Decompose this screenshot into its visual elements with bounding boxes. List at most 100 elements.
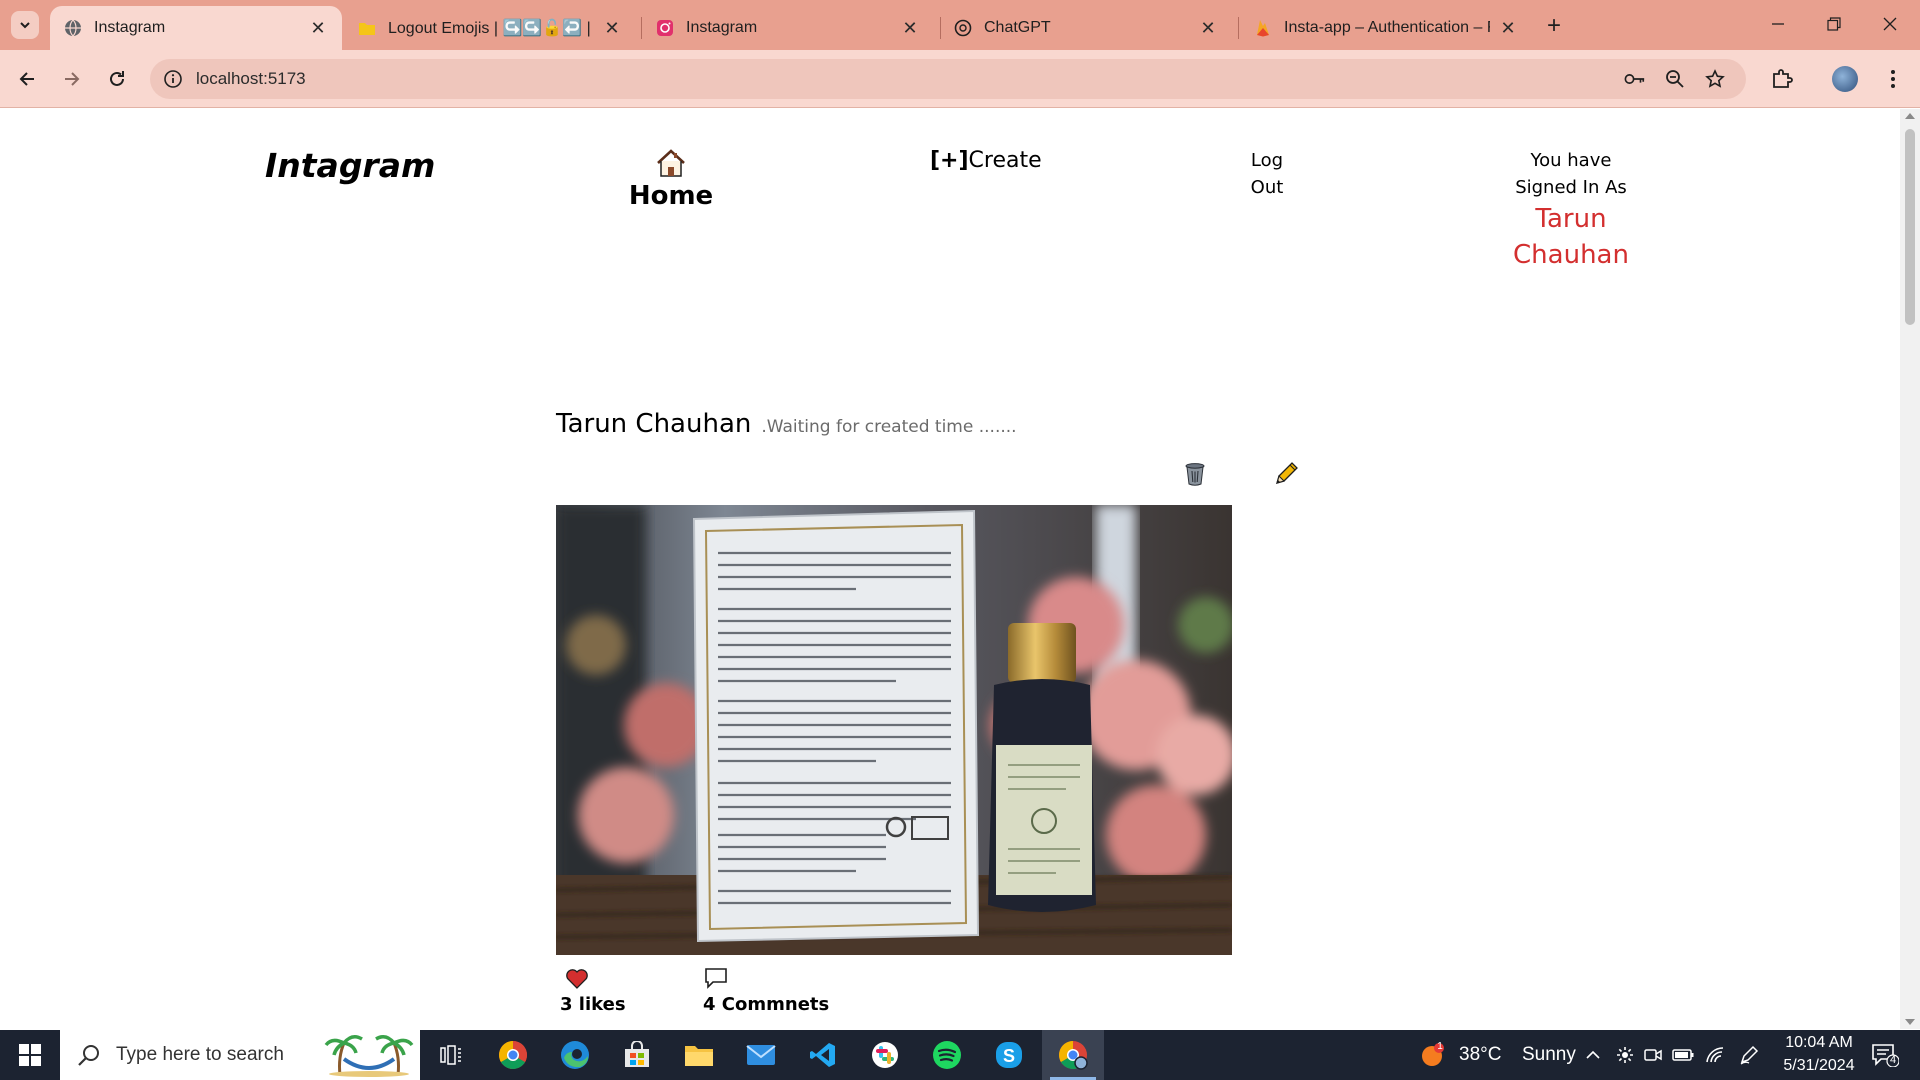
weather-temp[interactable]: 38°C bbox=[1459, 1044, 1501, 1066]
pen-icon[interactable] bbox=[1738, 1044, 1760, 1066]
skype-icon: S bbox=[996, 1042, 1022, 1068]
kebab-menu-icon bbox=[1891, 70, 1895, 88]
nav-create[interactable]: [+]Create bbox=[930, 148, 1042, 173]
extensions-button[interactable] bbox=[1766, 63, 1798, 95]
reload-button[interactable] bbox=[101, 63, 133, 95]
store-taskbar-app[interactable] bbox=[606, 1030, 668, 1080]
brand-logo-text[interactable]: Intagram bbox=[265, 146, 435, 185]
meet-now-icon[interactable] bbox=[1642, 1044, 1664, 1066]
nav-logout[interactable]: Log Out bbox=[1250, 147, 1284, 201]
tab-firebase[interactable]: Insta-app – Authentication – Fir ✕ bbox=[1240, 6, 1532, 50]
signed-in-username-first: Tarun bbox=[1535, 204, 1607, 234]
site-info-icon[interactable] bbox=[162, 68, 184, 90]
post-image[interactable] bbox=[556, 505, 1232, 955]
vscode-taskbar-app[interactable] bbox=[792, 1030, 854, 1080]
house-icon bbox=[657, 149, 685, 177]
scroll-up-arrow[interactable] bbox=[1905, 113, 1915, 119]
spotify-icon bbox=[933, 1041, 961, 1069]
page-scrollbar[interactable] bbox=[1900, 109, 1920, 1029]
task-view-button[interactable] bbox=[420, 1030, 482, 1080]
trash-icon[interactable] bbox=[1183, 461, 1207, 487]
restore-icon bbox=[1827, 17, 1841, 31]
windows-taskbar: Type here to search S 1 38°C Sunny 10:04… bbox=[0, 1030, 1920, 1080]
tab-instagram[interactable]: Instagram ✕ bbox=[642, 6, 934, 50]
address-bar[interactable]: localhost:5173 bbox=[150, 59, 1746, 99]
firebase-icon bbox=[1254, 19, 1272, 37]
tab-instagram-active[interactable]: Instagram ✕ bbox=[50, 6, 342, 50]
close-icon[interactable]: ✕ bbox=[1498, 18, 1518, 38]
nav-home-label: Home bbox=[628, 181, 714, 211]
clock-date[interactable]: 5/31/2024 bbox=[1772, 1057, 1866, 1075]
taskbar-search[interactable]: Type here to search bbox=[60, 1030, 420, 1080]
bookmark-star-icon[interactable] bbox=[1704, 68, 1726, 90]
tab-title: Instagram bbox=[94, 19, 166, 36]
heart-icon[interactable] bbox=[565, 967, 589, 989]
svg-text:S: S bbox=[1003, 1046, 1015, 1066]
comment-count[interactable]: 4 Commnets bbox=[703, 994, 829, 1015]
tab-strip: Instagram ✕ Logout Emojis | ↪️↪️🔓↩️ | Co… bbox=[0, 0, 1920, 50]
folder-icon bbox=[358, 19, 376, 37]
signed-in-line-2: Signed In As bbox=[1515, 177, 1627, 198]
close-icon[interactable]: ✕ bbox=[308, 18, 328, 38]
tab-chatgpt[interactable]: ChatGPT ✕ bbox=[940, 6, 1232, 50]
scroll-down-arrow[interactable] bbox=[1905, 1019, 1915, 1025]
close-icon[interactable]: ✕ bbox=[1198, 18, 1218, 38]
post-time: .Waiting for created time ....... bbox=[761, 417, 1017, 437]
reload-icon bbox=[110, 71, 124, 86]
profile-button[interactable] bbox=[1829, 63, 1861, 95]
signed-in-line-1: You have bbox=[1530, 150, 1612, 171]
tab-title: Instagram bbox=[686, 19, 758, 36]
chevron-up-icon[interactable] bbox=[1582, 1044, 1604, 1066]
slack-taskbar-app[interactable] bbox=[854, 1030, 916, 1080]
minimize-button[interactable] bbox=[1750, 0, 1806, 48]
browser-toolbar: localhost:5173 bbox=[0, 50, 1920, 108]
edge-taskbar-app[interactable] bbox=[544, 1030, 606, 1080]
close-icon bbox=[1883, 17, 1897, 31]
post-author[interactable]: Tarun Chauhan bbox=[556, 409, 751, 439]
battery-icon[interactable] bbox=[1672, 1044, 1694, 1066]
chrome-icon bbox=[499, 1041, 527, 1069]
chrome-taskbar-app[interactable] bbox=[482, 1030, 544, 1080]
puzzle-icon bbox=[1773, 69, 1793, 88]
skype-taskbar-app[interactable]: S bbox=[978, 1030, 1040, 1080]
chevron-down-icon bbox=[20, 22, 30, 29]
tab-title: ChatGPT bbox=[984, 19, 1051, 36]
wifi-icon[interactable] bbox=[1704, 1044, 1726, 1066]
new-tab-button[interactable]: + bbox=[1540, 12, 1568, 40]
zoom-icon[interactable] bbox=[1664, 68, 1686, 90]
teams-icon[interactable] bbox=[1614, 1044, 1636, 1066]
weather-condition[interactable]: Sunny bbox=[1522, 1044, 1576, 1066]
scroll-thumb[interactable] bbox=[1905, 129, 1915, 325]
chatgpt-icon bbox=[954, 19, 972, 37]
signed-in-status: You have Signed In As Tarun Chauhan bbox=[1502, 147, 1640, 273]
globe-icon bbox=[64, 19, 82, 37]
file-explorer-taskbar-app[interactable] bbox=[668, 1030, 730, 1080]
back-button[interactable] bbox=[11, 63, 43, 95]
notification-count: 4 bbox=[1889, 1054, 1897, 1066]
chrome-profile-taskbar-app[interactable] bbox=[1042, 1030, 1104, 1080]
start-button[interactable] bbox=[0, 1030, 60, 1080]
create-bracket: [+] bbox=[930, 148, 969, 173]
spotify-taskbar-app[interactable] bbox=[916, 1030, 978, 1080]
mail-icon bbox=[746, 1045, 776, 1065]
product-photo bbox=[556, 505, 1232, 955]
search-placeholder: Type here to search bbox=[116, 1044, 284, 1065]
nav-home[interactable]: Home bbox=[628, 147, 714, 211]
folder-icon bbox=[685, 1046, 713, 1066]
close-window-button[interactable] bbox=[1862, 0, 1918, 48]
tab-logout-emojis[interactable]: Logout Emojis | ↪️↪️🔓↩️ | Copy ✕ bbox=[344, 6, 636, 50]
comment-icon[interactable] bbox=[704, 967, 728, 989]
restore-button[interactable] bbox=[1806, 0, 1862, 48]
clock-time[interactable]: 10:04 AM bbox=[1772, 1034, 1866, 1052]
tab-title: Logout Emojis | ↪️↪️🔓↩️ | Copy bbox=[388, 20, 594, 37]
tab-search-button[interactable] bbox=[11, 11, 39, 39]
forward-button[interactable] bbox=[56, 63, 88, 95]
pencil-icon[interactable] bbox=[1273, 461, 1299, 487]
arrow-left-icon bbox=[19, 72, 34, 86]
mail-taskbar-app[interactable] bbox=[730, 1030, 792, 1080]
like-count[interactable]: 3 likes bbox=[560, 994, 626, 1015]
close-icon[interactable]: ✕ bbox=[900, 18, 920, 38]
close-icon[interactable]: ✕ bbox=[602, 18, 622, 38]
password-key-icon[interactable] bbox=[1624, 68, 1646, 90]
menu-button[interactable] bbox=[1877, 63, 1909, 95]
